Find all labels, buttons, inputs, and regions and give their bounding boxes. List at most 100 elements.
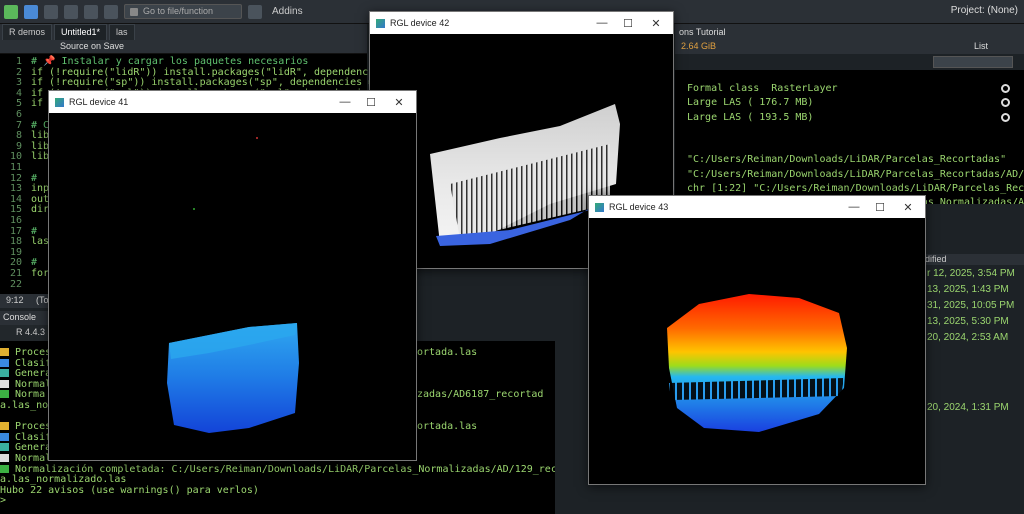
console-text: Genera — [15, 368, 52, 380]
console-text: Clasif — [15, 357, 52, 369]
open-project-icon[interactable] — [24, 4, 38, 19]
close-button[interactable]: ✕ — [643, 12, 669, 34]
window-title: RGL device 41 — [69, 97, 129, 107]
file-modified-date: 13, 2025, 5:30 PM — [927, 316, 1009, 327]
file-modified-date: 13, 2025, 1:43 PM — [927, 284, 1009, 295]
window-titlebar[interactable]: RGL device 43 — ☐ ✕ — [589, 196, 925, 218]
list-view-select[interactable]: List — [974, 41, 988, 51]
console-text: > — [0, 495, 13, 507]
environment-row[interactable]: "C:/Users/Reiman/Downloads/LiDAR/Parcela… — [687, 153, 1006, 167]
code-line: for — [31, 268, 50, 279]
open-file-icon[interactable] — [44, 4, 58, 19]
tab-r-demos[interactable]: R demos — [2, 24, 53, 40]
point-cloud-3d-view[interactable] — [49, 113, 416, 460]
check-icon — [0, 464, 9, 473]
save-all-icon[interactable] — [84, 4, 98, 19]
save-icon[interactable] — [64, 4, 78, 19]
editor-toolbar: Source on Save — [0, 40, 367, 54]
search-icon — [0, 358, 9, 367]
environment-search-input[interactable] — [933, 56, 1013, 68]
cursor-position: 9:12 — [6, 295, 24, 305]
line-number: 1 — [15, 56, 22, 67]
environment-row[interactable]: Large LAS ( 193.5 MB) — [687, 111, 813, 125]
scope-label: (To — [36, 295, 49, 305]
view-data-icon[interactable] — [1001, 84, 1010, 93]
addins-menu[interactable]: Addins — [272, 6, 303, 17]
files-modified-header[interactable]: dified — [920, 254, 1024, 265]
line-number: 21 — [9, 268, 22, 279]
code-line: dir — [31, 204, 50, 216]
tab-untitled1[interactable]: Untitled1* — [54, 24, 108, 40]
console-text: Norma — [15, 389, 46, 401]
console-text: Proces — [15, 421, 52, 433]
code-line: # 📌 Instalar y cargar los paquetes neces… — [31, 56, 309, 67]
code-line: lib — [31, 151, 50, 163]
console-text: Normalización completada: C:/Users/Reima… — [15, 463, 587, 475]
view-data-icon[interactable] — [1001, 112, 1010, 122]
grid-icon[interactable] — [248, 4, 262, 19]
file-modified-date: r 12, 2025, 3:54 PM — [927, 268, 1015, 279]
window-title: RGL device 43 — [609, 202, 669, 212]
maximize-button[interactable]: ☐ — [867, 196, 893, 218]
search-icon — [0, 432, 9, 441]
line-number: 11 — [9, 162, 22, 173]
rgl-device-43-window[interactable]: RGL device 43 — ☐ ✕ — [588, 195, 926, 485]
point-cloud-render — [167, 137, 299, 433]
ruler-icon — [0, 379, 9, 388]
console-text-tail: ortada.las — [417, 421, 478, 433]
console-text: a.las_normalizado.las — [0, 474, 127, 486]
file-modified-date: 20, 2024, 1:31 PM — [927, 402, 1009, 413]
point-cloud-3d-view[interactable] — [589, 218, 925, 484]
tab-las[interactable]: las — [109, 24, 135, 40]
window-titlebar[interactable]: RGL device 42 — ☐ ✕ — [370, 12, 673, 34]
window-title: RGL device 42 — [390, 18, 450, 28]
r-version-label: R 4.4.3 — [16, 327, 46, 337]
rgl-app-icon — [55, 97, 64, 107]
code-line: if — [31, 98, 44, 110]
editor-tabs: R demos Untitled1* las — [0, 24, 367, 40]
table-icon — [0, 443, 9, 452]
maximize-button[interactable]: ☐ — [615, 12, 641, 34]
table-icon — [0, 369, 9, 378]
environment-row[interactable]: chr [1:22] "C:/Users/Reiman/Downloads/Li… — [687, 182, 1024, 196]
point-cloud-render — [667, 294, 847, 432]
rgl-app-icon — [376, 18, 385, 28]
file-modified-date: 20, 2024, 2:53 AM — [927, 332, 1009, 343]
check-icon — [0, 390, 9, 399]
file-modified-date: 31, 2025, 10:05 PM — [927, 300, 1015, 311]
environment-list: Formal class RasterLayer Large LAS ( 176.… — [675, 70, 1024, 222]
ruler-icon — [0, 454, 9, 462]
console-line: Hubo 22 avisos (use warnings() para verl… — [0, 485, 259, 497]
close-button[interactable]: ✕ — [386, 91, 412, 113]
tab-console[interactable]: Console — [3, 312, 36, 324]
console-text-tail: zadas/AD6187_recortad — [417, 389, 544, 401]
console-line: > — [0, 496, 12, 507]
project-menu[interactable]: Project: (None) — [951, 5, 1018, 16]
environment-row[interactable]: Formal class RasterLayer — [687, 82, 838, 96]
line-number: 6 — [15, 109, 22, 120]
rgl-app-icon — [595, 202, 604, 212]
print-icon[interactable] — [104, 4, 118, 19]
goto-file-input[interactable]: Go to file/function — [124, 4, 242, 19]
console-text: Clasif — [15, 431, 52, 443]
new-file-icon[interactable] — [4, 4, 18, 19]
close-button[interactable]: ✕ — [895, 196, 921, 218]
maximize-button[interactable]: ☐ — [358, 91, 384, 113]
view-data-icon[interactable] — [1001, 98, 1010, 108]
window-titlebar[interactable]: RGL device 41 — ☐ ✕ — [49, 91, 416, 113]
minimize-button[interactable]: — — [589, 12, 615, 34]
tab-tutorial[interactable]: ons Tutorial — [679, 27, 726, 37]
environment-toolbar: 2.64 GiB List — [675, 40, 1024, 54]
line-number: 22 — [9, 278, 22, 290]
console-text: Normal — [15, 378, 52, 390]
minimize-button[interactable]: — — [841, 196, 867, 218]
memory-usage[interactable]: 2.64 GiB — [681, 41, 716, 51]
source-on-save-checkbox[interactable]: Source on Save — [60, 41, 124, 51]
environment-row[interactable]: "C:/Users/Reiman/Downloads/LiDAR/Parcela… — [687, 168, 1024, 182]
environment-row[interactable]: Large LAS ( 176.7 MB) — [687, 96, 813, 110]
minimize-button[interactable]: — — [332, 91, 358, 113]
rgl-device-41-window[interactable]: RGL device 41 — ☐ ✕ — [48, 90, 417, 461]
console-text: Proces — [15, 347, 52, 358]
folder-icon — [0, 348, 9, 356]
folder-icon — [0, 422, 9, 431]
